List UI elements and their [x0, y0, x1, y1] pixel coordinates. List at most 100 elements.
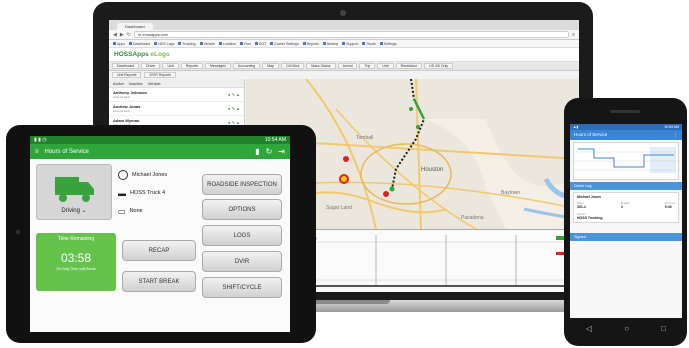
- status-icons: ● ✎ ▲: [228, 92, 240, 97]
- svg-text:Houston: Houston: [421, 167, 443, 173]
- nav-item[interactable]: Messages: [204, 63, 231, 69]
- carrier-value: HOSS Trucking: [577, 216, 603, 220]
- nav-item[interactable]: Ctrl Mod: [281, 63, 305, 69]
- tablet-appbar: ≡ Hours of Service ▮ ↻ ⇥: [30, 144, 290, 159]
- nav-item[interactable]: Arrival: [337, 63, 358, 69]
- bookmark[interactable]: Carrier Settings: [270, 42, 298, 46]
- recap-button[interactable]: RECAP: [122, 240, 196, 261]
- roadside-inspection-button[interactable]: ROADSIDE INSPECTION: [202, 174, 282, 195]
- bookmark[interactable]: HOS Logs: [154, 42, 174, 46]
- nav-item[interactable]: Reports: [180, 63, 203, 69]
- signal-icon: ▲▮: [573, 125, 579, 129]
- logout-icon[interactable]: ⇥: [278, 147, 285, 156]
- status-time: 10:54 AM: [264, 137, 286, 143]
- reload-icon[interactable]: ↻: [127, 32, 131, 38]
- browser-tab[interactable]: Dashboard: [117, 23, 153, 30]
- start-break-button[interactable]: START BREAK: [122, 271, 196, 292]
- refresh-icon[interactable]: ↻: [266, 147, 273, 156]
- time-remaining-subtitle: On Duty Time until Break: [56, 267, 96, 271]
- bookmark[interactable]: Trucking: [178, 42, 195, 46]
- shift-cycle-button[interactable]: SHIFT/CYCLE: [202, 277, 282, 298]
- bookmarks-bar: Apps Dashboard HOS Logs Trucking Vehicle…: [109, 40, 579, 48]
- log-graph[interactable]: [573, 142, 680, 180]
- bookmark[interactable]: Reports: [303, 42, 319, 46]
- phone-footer[interactable]: Signed: [570, 233, 682, 241]
- tablet-statusbar: ▮ ▮ ◷ 10:54 AM: [30, 136, 290, 144]
- app-title: Hours of Service: [44, 148, 89, 155]
- trailer-row[interactable]: ▭ None: [118, 202, 208, 220]
- time-remaining-title: Time Remaining: [57, 236, 95, 242]
- bookmark[interactable]: Support: [342, 42, 358, 46]
- driver-row: Michael Jones: [118, 166, 208, 184]
- logo-main: HOSSApps: [114, 51, 149, 58]
- nav-item[interactable]: Accounting: [232, 63, 261, 69]
- stat: On Duty 5:30: [665, 201, 675, 209]
- app-nav: Dashboard Driver Unit Reports Messages A…: [109, 62, 579, 71]
- nav-item[interactable]: Map: [262, 63, 280, 69]
- nav-item[interactable]: US 4/5 Only: [424, 63, 454, 69]
- app-subnav: Unit Reports DVIR Reports: [109, 71, 579, 79]
- status-icons: ▮ ▮ ◷: [34, 137, 47, 143]
- stat-value: 301.4: [577, 205, 586, 209]
- phone-screen: ▲▮ 10:54 AM Hours of Service ⋮ Driver Lo…: [570, 124, 682, 318]
- time-remaining-card: Time Remaining 03:58 On Duty Time until …: [36, 233, 116, 291]
- bookmark[interactable]: Nearby: [323, 42, 338, 46]
- options-button[interactable]: OPTIONS: [202, 199, 282, 220]
- svg-text:Tomball: Tomball: [356, 135, 373, 141]
- tablet-camera-icon: [16, 230, 20, 234]
- nav-item[interactable]: Driver: [141, 63, 161, 69]
- bookmark[interactable]: DOT: [255, 42, 266, 46]
- back-icon[interactable]: ◀: [113, 32, 117, 38]
- nav-item[interactable]: Dashboard: [112, 63, 140, 69]
- filter-inactive[interactable]: Inactive: [129, 81, 143, 86]
- bookmark[interactable]: Settings: [380, 42, 397, 46]
- recents-icon[interactable]: □: [661, 324, 666, 333]
- bookmark[interactable]: Location: [219, 42, 236, 46]
- nav-item[interactable]: Unit: [162, 63, 179, 69]
- filter-active[interactable]: Active: [113, 81, 124, 86]
- dvir-button[interactable]: DVIR: [202, 251, 282, 272]
- back-icon[interactable]: ◁: [586, 324, 592, 333]
- driver-info: Michael Jones ▬ HOSS Truck 4 ▭ None: [118, 166, 208, 220]
- stat: Miles 301.4: [577, 201, 586, 209]
- nav-item[interactable]: Trip: [359, 63, 376, 69]
- address-bar[interactable]: m.ehosapps.com: [133, 31, 570, 38]
- bookmark[interactable]: Dashboard: [129, 42, 150, 46]
- overflow-icon[interactable]: ⋮: [674, 132, 679, 138]
- menu-icon[interactable]: ≡: [572, 32, 575, 38]
- svg-text:Baytown: Baytown: [501, 190, 520, 196]
- browser-tabstrip: Dashboard: [109, 20, 579, 30]
- list-item[interactable]: Andrew Jonas Arizona ELD ● ✎ ▲: [109, 102, 244, 116]
- vehicle-list-toolbar: Active Inactive Vehicle: [109, 79, 244, 88]
- logo-accent: eLogs: [148, 51, 170, 58]
- status-time: 10:54 AM: [664, 125, 679, 129]
- truck-name: HOSS Truck 4: [130, 190, 166, 196]
- nav-item[interactable]: Restriction: [395, 63, 423, 69]
- driver-sub: Arizona ELD: [113, 109, 130, 113]
- home-icon[interactable]: ○: [624, 324, 629, 333]
- list-item[interactable]: Anthony Johnson Arizona ELD ● ✎ ▲: [109, 88, 244, 102]
- bookmark[interactable]: Apps: [113, 42, 125, 46]
- subnav-item[interactable]: DVIR Reports: [144, 72, 177, 78]
- menu-icon[interactable]: ≡: [35, 149, 39, 155]
- bookmark[interactable]: Vehicle: [200, 42, 215, 46]
- duty-status-selector[interactable]: Driving ⌄: [36, 164, 112, 220]
- stat-value: 2: [620, 205, 623, 209]
- driver-sub: Arizona ELD: [113, 95, 130, 99]
- log-graph-drawing: [574, 147, 680, 173]
- truck-row[interactable]: ▬ HOSS Truck 4: [118, 184, 208, 202]
- filter-vehicle[interactable]: Vehicle: [148, 81, 161, 86]
- svg-text:Pasadena: Pasadena: [461, 215, 484, 221]
- nav-item[interactable]: Mass Status: [306, 63, 336, 69]
- app-logo[interactable]: HOSSApps eLogs: [114, 51, 170, 58]
- tablet-screen: ▮ ▮ ◷ 10:54 AM ≡ Hours of Service ▮ ↻ ⇥ …: [30, 136, 290, 332]
- duty-status-label: Driving ⌄: [61, 208, 87, 214]
- subnav-item[interactable]: Unit Reports: [112, 72, 142, 78]
- forward-icon[interactable]: ▶: [120, 32, 124, 38]
- logs-button[interactable]: LOGS: [202, 225, 282, 246]
- bookmark[interactable]: Fuel: [240, 42, 251, 46]
- user-icon: [118, 170, 128, 180]
- nav-item[interactable]: Unit: [377, 63, 394, 69]
- bookmark[interactable]: Route: [362, 42, 375, 46]
- phone-icon[interactable]: ▮: [255, 147, 259, 156]
